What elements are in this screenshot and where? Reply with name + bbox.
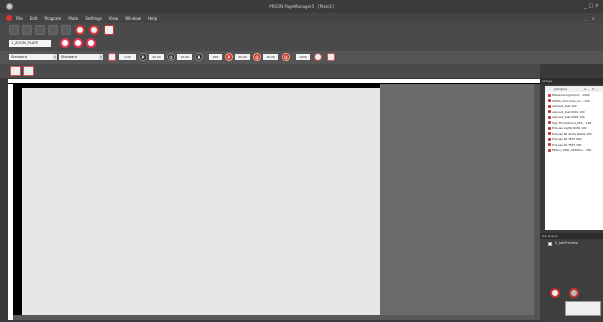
- job-icon: [548, 104, 551, 108]
- reset-icon[interactable]: [314, 53, 322, 61]
- job-icon: [548, 148, 551, 152]
- menu-window[interactable]: Window: [125, 16, 141, 21]
- sidebar-title: Ablage: [540, 78, 603, 84]
- chevron-down-icon[interactable]: ▾: [53, 54, 57, 60]
- menu-view[interactable]: View: [109, 16, 119, 21]
- p2-icon[interactable]: P: [225, 53, 233, 61]
- column-jobname[interactable]: Jobname: [554, 87, 567, 91]
- stop-icon[interactable]: [569, 288, 579, 298]
- menu-file[interactable]: File: [16, 16, 23, 21]
- job-checkbox[interactable]: [548, 242, 552, 246]
- job-icon: [548, 110, 551, 113]
- zoom-field[interactable]: 1_ZOOM_PLATE: [9, 40, 51, 47]
- r-field[interactable]: 300: [209, 54, 222, 60]
- job-icon: [548, 126, 551, 130]
- list-item[interactable]: Elfden_1000_C260Pro... 250: [548, 148, 603, 154]
- s-field[interactable]: 20,00: [235, 54, 250, 60]
- menu-settings[interactable]: Settings: [85, 16, 101, 21]
- preview-eye-icon[interactable]: [75, 25, 85, 35]
- plate-icon[interactable]: [10, 66, 21, 76]
- window-controls[interactable]: _ □ ×: [584, 3, 599, 9]
- menu-items: File Edit Program Plate Settings View Wi…: [16, 16, 157, 21]
- quality-combo[interactable]: Standard: [59, 54, 99, 60]
- r-icon[interactable]: R: [195, 53, 203, 61]
- menu-plate[interactable]: Plate: [68, 16, 78, 21]
- print-icon[interactable]: [48, 25, 58, 35]
- preview-eye2-icon[interactable]: [89, 25, 99, 35]
- job-icon: [548, 115, 551, 119]
- job-list-header: Jobname A... S...: [545, 86, 603, 92]
- job-preview-label: 0_JobPreview: [555, 241, 578, 245]
- zoom-in-icon[interactable]: [60, 38, 70, 48]
- p-icon[interactable]: P: [139, 53, 147, 61]
- mdi-controls[interactable]: _ ×: [584, 16, 597, 21]
- start-icon[interactable]: [550, 288, 560, 298]
- job-icon: [548, 121, 551, 124]
- save-icon[interactable]: [35, 25, 45, 35]
- job-icon: [548, 93, 551, 97]
- chevron-down-icon[interactable]: ▾: [99, 54, 103, 60]
- plate-edit-icon[interactable]: [23, 66, 34, 76]
- apply-icon[interactable]: [327, 53, 335, 61]
- media-combo[interactable]: Standard: [9, 54, 53, 60]
- horizontal-scrollbar[interactable]: [13, 315, 534, 320]
- p-field[interactable]: 20,00: [149, 54, 164, 60]
- window-title: PRO5N PageManager5 - [Plate1]: [269, 4, 334, 9]
- preview-box: [565, 301, 601, 316]
- plate-page[interactable]: [22, 88, 380, 320]
- q3-icon[interactable]: Q: [282, 53, 290, 61]
- new-icon[interactable]: [9, 25, 19, 35]
- q-field[interactable]: 10,00: [177, 54, 192, 60]
- t-field[interactable]: 10,00: [263, 54, 278, 60]
- menu-logo-icon[interactable]: [6, 15, 12, 21]
- send-icon[interactable]: [104, 25, 114, 35]
- toolbar-page: [0, 64, 540, 78]
- q2-icon[interactable]: Q: [253, 53, 261, 61]
- copies-field[interactable]: 1,00: [119, 54, 136, 60]
- column-a[interactable]: A...: [584, 87, 589, 91]
- u-field[interactable]: 1000: [296, 54, 310, 60]
- copy-icon[interactable]: [61, 25, 71, 35]
- job-icon: [548, 137, 551, 141]
- job-icon: [548, 143, 551, 146]
- copies-icon[interactable]: [108, 53, 116, 61]
- menu-edit[interactable]: Edit: [30, 16, 38, 21]
- job-icon: [548, 99, 551, 102]
- job-icon: [548, 132, 551, 135]
- column-s[interactable]: S...: [592, 87, 597, 91]
- menu-help[interactable]: Help: [148, 16, 157, 21]
- zoom-fit-icon[interactable]: [86, 38, 96, 48]
- zoom-out-icon[interactable]: [73, 38, 83, 48]
- open-icon[interactable]: [22, 25, 32, 35]
- menu-program[interactable]: Program: [44, 16, 61, 21]
- q-icon[interactable]: Q: [167, 53, 175, 61]
